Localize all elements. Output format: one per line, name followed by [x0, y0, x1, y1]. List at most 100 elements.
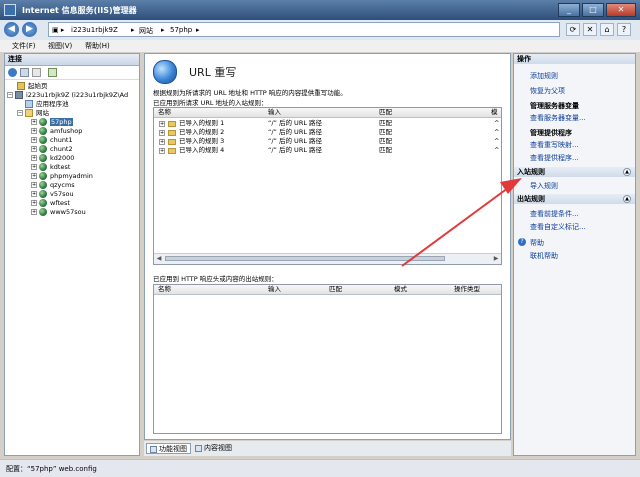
app-pool-icon: [25, 100, 33, 108]
breadcrumb-server[interactable]: i223u1rbjk9Z: [71, 26, 118, 34]
view-server-variables-link[interactable]: 查看服务器变量...: [530, 113, 586, 123]
maximize-icon[interactable]: □: [582, 3, 604, 17]
globe-icon: [39, 154, 47, 162]
tree-item-server[interactable]: − i223u1rbjk9Z (i223u1rbjk9Z\Ad: [7, 91, 128, 100]
breadcrumb-separator-icon: ▸: [161, 26, 165, 34]
column-header-name[interactable]: 名称: [158, 108, 171, 117]
tree-item-site[interactable]: + chunt1: [31, 136, 73, 145]
expand-icon[interactable]: +: [31, 182, 37, 188]
tree-item-start-page[interactable]: 起始页: [17, 82, 48, 91]
column-header-input[interactable]: 输入: [268, 108, 281, 117]
expand-icon[interactable]: +: [159, 138, 165, 145]
tab-features-view[interactable]: 功能视图: [146, 443, 191, 454]
server-variables-title: 管理服务器变量: [530, 102, 579, 110]
column-header-pattern[interactable]: 模: [491, 108, 498, 117]
table-row[interactable]: + 已导入的规则 4 “/” 后的 URL 路径 匹配 ^: [154, 146, 501, 155]
inbound-rules-group[interactable]: 入站规则 ▲: [514, 167, 635, 177]
expand-icon[interactable]: +: [31, 137, 37, 143]
collapse-up-icon[interactable]: ▲: [623, 195, 631, 203]
table-row[interactable]: + 已导入的规则 3 “/” 后的 URL 路径 匹配 ^: [154, 137, 501, 146]
tree-item-site[interactable]: + kdtest: [31, 163, 70, 172]
up-icon[interactable]: [32, 68, 41, 77]
tree-item-site[interactable]: + v57sou: [31, 190, 74, 199]
outbound-rules-group[interactable]: 出站规则 ▲: [514, 194, 635, 204]
home-icon[interactable]: ⌂: [600, 23, 614, 36]
view-providers-link[interactable]: 查看提供程序...: [530, 153, 579, 163]
view-custom-tags-link[interactable]: 查看自定义标记...: [530, 222, 586, 232]
connect-icon[interactable]: [8, 68, 17, 77]
minimize-icon[interactable]: _: [558, 3, 580, 17]
expand-icon[interactable]: +: [31, 155, 37, 161]
connections-header: 连接: [5, 54, 139, 66]
menu-file[interactable]: 文件(F): [12, 41, 36, 51]
revert-to-parent-link[interactable]: 恢复为父项: [530, 86, 565, 96]
stop-icon[interactable]: ✕: [583, 23, 597, 36]
expand-icon[interactable]: +: [31, 128, 37, 134]
sites-folder-icon: [25, 109, 33, 117]
add-rule-link[interactable]: 添加规则: [530, 71, 558, 81]
expand-icon[interactable]: +: [31, 173, 37, 179]
refresh-icon[interactable]: ⟳: [566, 23, 580, 36]
help-link[interactable]: 帮助: [530, 238, 544, 248]
collapse-icon[interactable]: −: [7, 92, 13, 98]
column-header-name[interactable]: 名称: [158, 285, 171, 294]
help-icon[interactable]: ?: [617, 23, 631, 36]
online-help-link[interactable]: 联机帮助: [530, 251, 558, 261]
expand-icon[interactable]: +: [31, 191, 37, 197]
column-header-pattern[interactable]: 模式: [394, 285, 407, 294]
table-row[interactable]: + 已导入的规则 1 “/” 后的 URL 路径 匹配 ^: [154, 119, 501, 128]
expand-icon[interactable]: +: [31, 209, 37, 215]
view-preconditions-link[interactable]: 查看前提条件...: [530, 209, 579, 219]
menu-help[interactable]: 帮助(H): [85, 41, 110, 51]
tree-item-site[interactable]: + wftest: [31, 199, 70, 208]
column-header-match[interactable]: 匹配: [329, 285, 342, 294]
expand-icon[interactable]: +: [31, 200, 37, 206]
back-icon[interactable]: ◀: [4, 22, 19, 37]
outbound-rules-grid: 名称 输入 匹配 模式 操作类型: [153, 284, 502, 434]
scroll-thumb[interactable]: [165, 256, 445, 261]
forward-icon[interactable]: ▶: [22, 22, 37, 37]
scroll-right-icon[interactable]: ▶: [492, 255, 500, 262]
globe-icon: [39, 118, 47, 126]
tree-item-site[interactable]: + qzycms: [31, 181, 75, 190]
expand-icon[interactable]: +: [159, 120, 165, 127]
address-tools: ⟳ ✕ ⌂?: [566, 23, 634, 36]
breadcrumb[interactable]: ▣ ▸ i223u1rbjk9Z ▸ 网站 ▸ 57php ▸: [48, 22, 560, 37]
tree-item-site[interactable]: + amfushop: [31, 127, 82, 136]
import-rules-link[interactable]: 导入规则: [530, 181, 558, 191]
collapse-icon[interactable]: −: [17, 110, 23, 116]
outbound-grid-header: 名称 输入 匹配 模式 操作类型: [154, 285, 501, 295]
close-icon[interactable]: ✕: [606, 3, 636, 17]
view-rewrite-maps-link[interactable]: 查看重写映射...: [530, 140, 579, 150]
expand-icon[interactable]: +: [159, 129, 165, 136]
tree-item-site[interactable]: + kd2000: [31, 154, 74, 163]
tab-content-view[interactable]: 内容视图: [192, 443, 235, 454]
tree-item-site[interactable]: + chunt2: [31, 145, 73, 154]
tree-item-site-57php[interactable]: +57php: [31, 118, 73, 127]
scroll-left-icon[interactable]: ◀: [155, 255, 163, 262]
expand-icon[interactable]: +: [31, 146, 37, 152]
menu-view[interactable]: 视图(V): [48, 41, 72, 51]
breadcrumb-root-icon: ▣ ▸: [52, 26, 65, 34]
tree-item-sites[interactable]: − 网站: [17, 109, 49, 118]
tree-item-site[interactable]: + phpmyadmin: [31, 172, 93, 181]
actions-header: 操作: [514, 54, 635, 64]
globe-icon: [39, 136, 47, 144]
breadcrumb-sites[interactable]: 网站: [139, 26, 153, 36]
table-row[interactable]: + 已导入的规则 2 “/” 后的 URL 路径 匹配 ^: [154, 128, 501, 137]
delete-connection-icon[interactable]: [48, 68, 57, 77]
iis-app-icon: [4, 4, 16, 16]
inbound-hscrollbar[interactable]: ◀ ▶: [154, 253, 501, 264]
expand-icon[interactable]: +: [31, 164, 37, 170]
window-title: Internet 信息服务(IIS)管理器: [22, 6, 137, 15]
column-header-match[interactable]: 匹配: [379, 108, 392, 117]
collapse-up-icon[interactable]: ▲: [623, 168, 631, 176]
expand-icon[interactable]: +: [159, 147, 165, 154]
breadcrumb-site[interactable]: 57php: [170, 26, 192, 34]
column-header-input[interactable]: 输入: [268, 285, 281, 294]
expand-icon[interactable]: +: [31, 119, 37, 125]
column-header-action-type[interactable]: 操作类型: [454, 285, 480, 294]
tree-item-site[interactable]: + www57sou: [31, 208, 86, 217]
tree-item-app-pools[interactable]: 应用程序池: [25, 100, 69, 109]
save-connections-icon[interactable]: [20, 68, 29, 77]
